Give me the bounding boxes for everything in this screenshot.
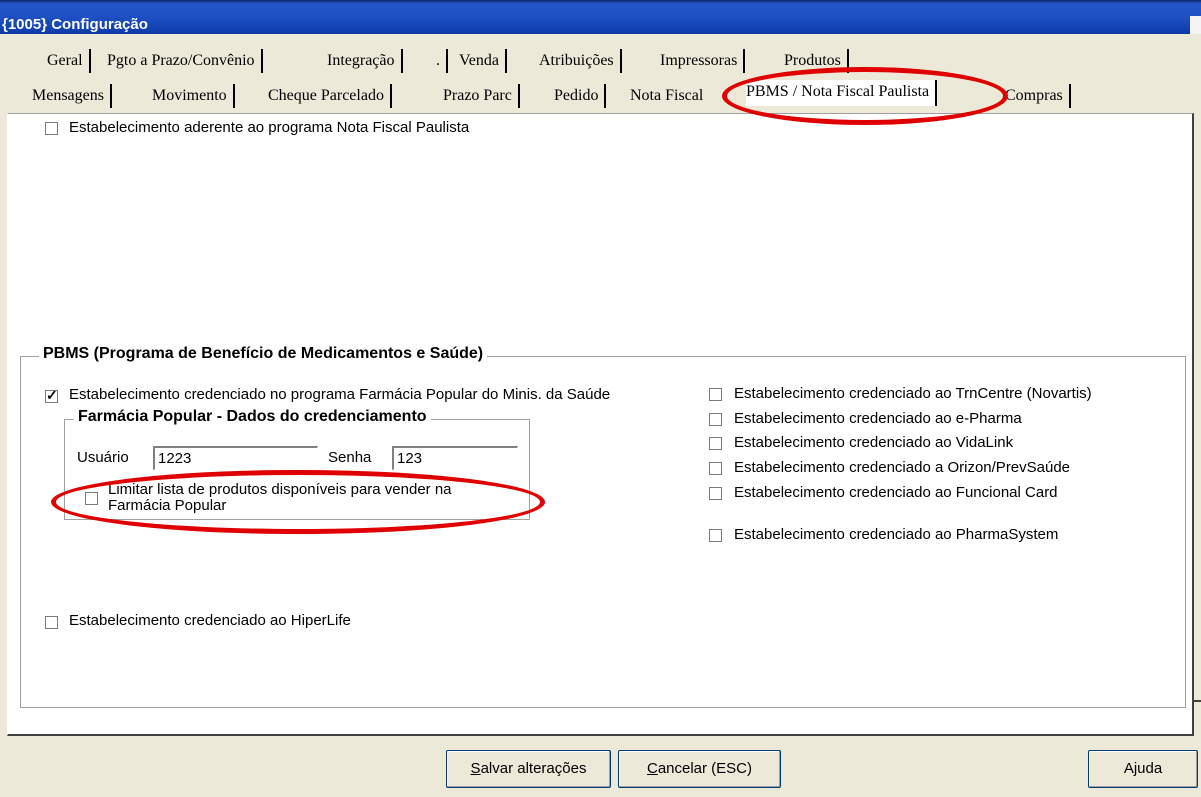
senha-label: Senha: [328, 449, 372, 466]
window-title: {1005} Configuração: [2, 16, 148, 33]
window-titlebar: {1005} Configuração: [0, 0, 1201, 34]
pharmasystem-label: Estabelecimento credenciado ao PharmaSys…: [734, 526, 1059, 543]
tab-mensagens[interactable]: Mensagens: [32, 84, 112, 108]
limitar-label: Limitar lista de produtos disponíveis pa…: [108, 482, 452, 514]
vidalink-checkbox[interactable]: [709, 437, 722, 450]
orizon-label: Estabelecimento credenciado a Orizon/Pre…: [734, 459, 1071, 476]
tab-impressoras[interactable]: Impressoras: [660, 49, 746, 73]
tab-venda[interactable]: Venda: [459, 49, 507, 73]
nfp-checkbox[interactable]: [45, 122, 58, 135]
pbms-legend: PBMS (Programa de Benefício de Medicamen…: [39, 345, 488, 363]
tab-cheque-parcelado[interactable]: Cheque Parcelado: [268, 84, 392, 108]
tab-prazo-parc[interactable]: Prazo Parc: [443, 84, 520, 108]
tab-dot[interactable]: .: [436, 49, 448, 73]
save-button[interactable]: Salvar alterações: [446, 750, 611, 788]
pharmasystem-checkbox[interactable]: [709, 529, 722, 542]
tab-nota-fiscal[interactable]: Nota Fiscal: [630, 84, 709, 108]
trncentre-checkbox[interactable]: [709, 388, 722, 401]
limitar-label-line2: Farmácia Popular: [108, 497, 227, 514]
funcional-card-checkbox[interactable]: [709, 487, 722, 500]
tab-pedido[interactable]: Pedido: [554, 84, 607, 108]
usuario-input[interactable]: 1223: [153, 446, 318, 470]
trncentre-label: Estabelecimento credenciado ao TrnCentre…: [734, 385, 1092, 402]
limitar-checkbox[interactable]: [85, 492, 98, 505]
tab-pbms-nota-fiscal-paulista[interactable]: PBMS / Nota Fiscal Paulista: [746, 80, 938, 106]
usuario-label: Usuário: [77, 449, 129, 466]
orizon-checkbox[interactable]: [709, 462, 722, 475]
farmacia-popular-checkbox[interactable]: [45, 387, 58, 404]
nfp-label: Estabelecimento aderente ao programa Not…: [69, 119, 470, 136]
epharma-checkbox[interactable]: [709, 413, 722, 426]
tab-geral[interactable]: Geral: [47, 49, 91, 73]
tab-atribuicoes[interactable]: Atribuições: [539, 49, 622, 73]
panel-edge: [1194, 700, 1201, 742]
tab-pgto-prazo[interactable]: Pgto a Prazo/Convênio: [107, 49, 263, 73]
limitar-label-line1: Limitar lista de produtos disponíveis pa…: [108, 481, 452, 498]
tab-movimento[interactable]: Movimento: [152, 84, 235, 108]
epharma-label: Estabelecimento credenciado ao e-Pharma: [734, 410, 1022, 427]
cancel-button[interactable]: Cancelar (ESC): [618, 750, 781, 788]
tab-produtos[interactable]: Produtos: [784, 49, 849, 73]
credenciamento-legend: Farmácia Popular - Dados do credenciamen…: [74, 408, 431, 426]
tab-integracao[interactable]: Integração: [327, 49, 403, 73]
farmacia-popular-label: Estabelecimento credenciado no programa …: [69, 386, 611, 403]
tab-compras[interactable]: Compras: [1005, 84, 1071, 108]
help-button[interactable]: Ajuda: [1088, 750, 1198, 788]
window-edge: [1190, 16, 1201, 34]
funcional-card-label: Estabelecimento credenciado ao Funcional…: [734, 484, 1058, 501]
hiperlife-label: Estabelecimento credenciado ao HiperLife: [69, 612, 351, 629]
vidalink-label: Estabelecimento credenciado ao VidaLink: [734, 434, 1014, 451]
senha-input[interactable]: 123: [392, 446, 518, 470]
hiperlife-checkbox[interactable]: [45, 616, 58, 629]
